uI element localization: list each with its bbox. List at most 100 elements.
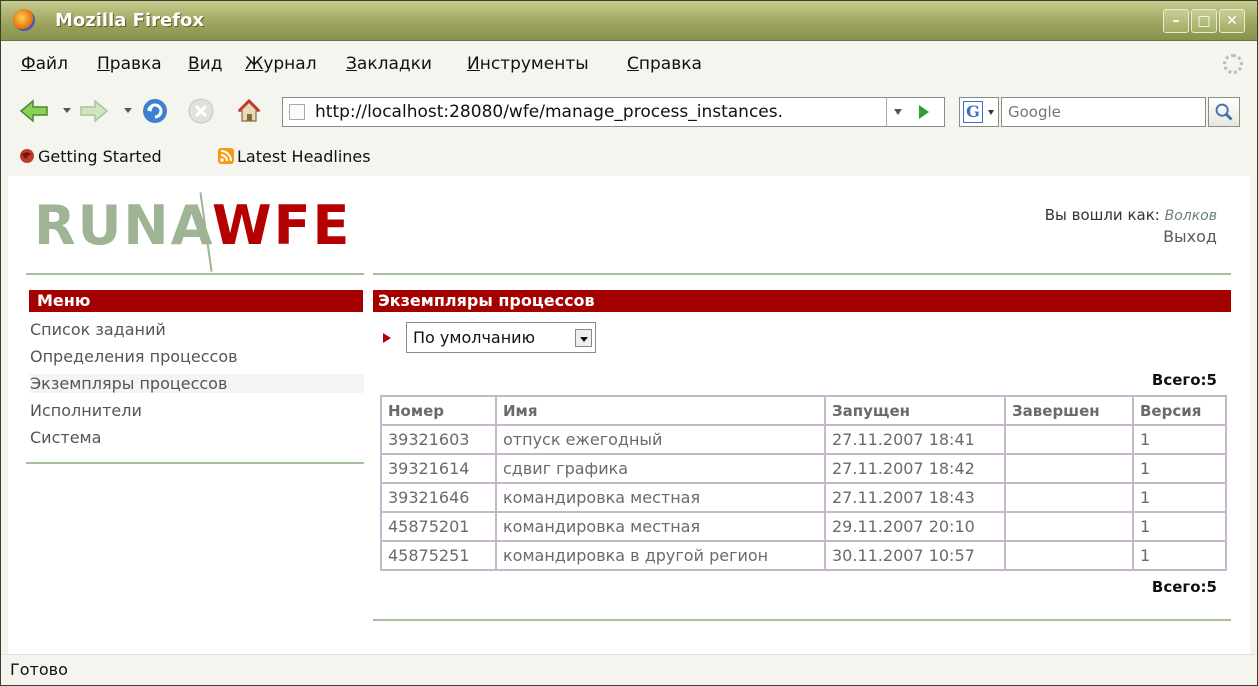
menu-help-label: правка: [638, 54, 702, 74]
sidebar-item-process-instances[interactable]: Экземпляры процессов: [30, 374, 364, 393]
status-bar: Готово: [1, 654, 1257, 685]
home-icon[interactable]: [235, 97, 263, 125]
cell-name[interactable]: командировка в другой регион: [495, 540, 826, 571]
menu-history[interactable]: Журнал: [245, 54, 317, 74]
table-row[interactable]: 39321646 командировка местная 27.11.2007…: [380, 482, 1227, 513]
bookmark-label: Getting Started: [38, 147, 162, 166]
menu-help[interactable]: Справка: [627, 54, 702, 74]
cell-finished[interactable]: [1004, 424, 1134, 455]
column-header-number[interactable]: Номер: [380, 395, 497, 426]
status-text: Готово: [10, 660, 68, 679]
cell-number[interactable]: 39321614: [380, 453, 497, 484]
menu-tools-label: нструменты: [479, 54, 589, 74]
logout-link[interactable]: Выход: [1163, 227, 1217, 246]
cell-number[interactable]: 45875251: [380, 540, 497, 571]
minimize-button[interactable]: –: [1163, 9, 1189, 33]
runawfe-logo: RUNAWFE: [34, 194, 351, 257]
filter-value: По умолчанию: [413, 328, 536, 347]
menu-view-label: ид: [199, 54, 223, 74]
cell-finished[interactable]: [1004, 540, 1134, 571]
reload-icon[interactable]: [141, 97, 169, 125]
menu-bookmarks[interactable]: Закладки: [346, 54, 432, 74]
sidebar-item-executors[interactable]: Исполнители: [30, 401, 142, 420]
cell-started[interactable]: 27.11.2007 18:43: [824, 482, 1006, 513]
total-count-top: Всего:5: [1151, 371, 1217, 389]
divider: [26, 462, 364, 464]
logo-part-1: RUNA: [34, 194, 212, 257]
menu-bookmarks-accel: З: [346, 54, 357, 74]
cell-version[interactable]: 1: [1132, 424, 1227, 455]
cell-name[interactable]: отпуск ежегодный: [495, 424, 826, 455]
sidebar-item-system[interactable]: Система: [30, 428, 101, 447]
filter-select[interactable]: По умолчанию: [406, 322, 596, 353]
url-text[interactable]: http://localhost:28080/wfe/manage_proces…: [315, 102, 783, 122]
stop-icon[interactable]: [187, 97, 215, 125]
cell-started[interactable]: 29.11.2007 20:10: [824, 511, 1006, 542]
login-info: Вы вошли как: Волков: [1045, 206, 1217, 224]
cell-name[interactable]: командировка местная: [495, 511, 826, 542]
table-row[interactable]: 39321603 отпуск ежегодный 27.11.2007 18:…: [380, 424, 1227, 455]
forward-icon[interactable]: [79, 99, 109, 123]
bookmark-getting-started[interactable]: Getting Started: [19, 147, 162, 166]
menu-tools-accel: И: [467, 54, 480, 74]
menu-bar: Файл Правка Вид Журнал Закладки Инструме…: [1, 42, 1257, 86]
cell-version[interactable]: 1: [1132, 453, 1227, 484]
search-input[interactable]: [1002, 98, 1205, 126]
section-header: Экземпляры процессов: [373, 290, 1231, 312]
maximize-button[interactable]: □: [1191, 9, 1217, 33]
cell-number[interactable]: 39321646: [380, 482, 497, 513]
go-icon[interactable]: [919, 105, 929, 119]
table-row[interactable]: 45875201 командировка местная 29.11.2007…: [380, 511, 1227, 542]
cell-started[interactable]: 27.11.2007 18:41: [824, 424, 1006, 455]
cell-name[interactable]: командировка местная: [495, 482, 826, 513]
login-label: Вы вошли как:: [1044, 206, 1160, 224]
sidebar-item-process-definitions[interactable]: Определения процессов: [30, 347, 238, 366]
menu-history-accel: Ж: [245, 54, 264, 74]
window-title: Mozilla Firefox: [55, 10, 205, 31]
forward-dropdown-icon[interactable]: [124, 108, 132, 113]
column-header-started[interactable]: Запущен: [824, 395, 1006, 426]
bookmark-latest-headlines[interactable]: Latest Headlines: [218, 147, 371, 166]
logo-part-2: WFE: [212, 194, 352, 257]
cell-number[interactable]: 45875201: [380, 511, 497, 542]
cell-started[interactable]: 27.11.2007 18:42: [824, 453, 1006, 484]
table-row[interactable]: 39321614 сдвиг графика 27.11.2007 18:42 …: [380, 453, 1227, 484]
cell-number[interactable]: 39321603: [380, 424, 497, 455]
search-field[interactable]: [1001, 97, 1206, 127]
table-row[interactable]: 45875251 командировка в другой регион 30…: [380, 540, 1227, 571]
search-engine-dropdown-icon: [988, 110, 994, 115]
menu-history-label: урнал: [263, 54, 317, 74]
column-header-name[interactable]: Имя: [495, 395, 826, 426]
chevron-down-icon: [575, 329, 592, 347]
menu-file-label: айл: [35, 54, 68, 74]
menu-file[interactable]: Файл: [21, 54, 68, 74]
column-header-version[interactable]: Версия: [1132, 395, 1227, 426]
url-history-dropdown-icon[interactable]: [894, 109, 902, 115]
divider: [373, 273, 1231, 275]
cell-version[interactable]: 1: [1132, 511, 1227, 542]
cell-name[interactable]: сдвиг графика: [495, 453, 826, 484]
url-bar[interactable]: http://localhost:28080/wfe/manage_proces…: [282, 97, 945, 127]
page-icon: [289, 104, 305, 120]
back-dropdown-icon[interactable]: [63, 108, 71, 113]
cell-finished[interactable]: [1004, 511, 1134, 542]
close-button[interactable]: ✕: [1219, 9, 1245, 33]
menu-help-accel: С: [627, 54, 639, 74]
sidebar-item-tasks[interactable]: Список заданий: [30, 320, 166, 339]
cell-finished[interactable]: [1004, 482, 1134, 513]
search-icon[interactable]: [1208, 97, 1240, 127]
cell-started[interactable]: 30.11.2007 10:57: [824, 540, 1006, 571]
firefox-logo-icon: [13, 9, 35, 31]
menu-tools[interactable]: Инструменты: [467, 54, 589, 74]
search-engine-selector[interactable]: G: [959, 97, 999, 127]
cell-finished[interactable]: [1004, 453, 1134, 484]
cell-version[interactable]: 1: [1132, 540, 1227, 571]
login-user[interactable]: Волков: [1165, 208, 1217, 224]
menu-edit[interactable]: Правка: [97, 54, 162, 74]
menu-view[interactable]: Вид: [188, 54, 222, 74]
cell-version[interactable]: 1: [1132, 482, 1227, 513]
total-count-bottom: Всего:5: [1151, 578, 1217, 596]
column-header-finished[interactable]: Завершен: [1004, 395, 1134, 426]
back-icon[interactable]: [19, 99, 49, 123]
rss-icon: [218, 148, 234, 164]
